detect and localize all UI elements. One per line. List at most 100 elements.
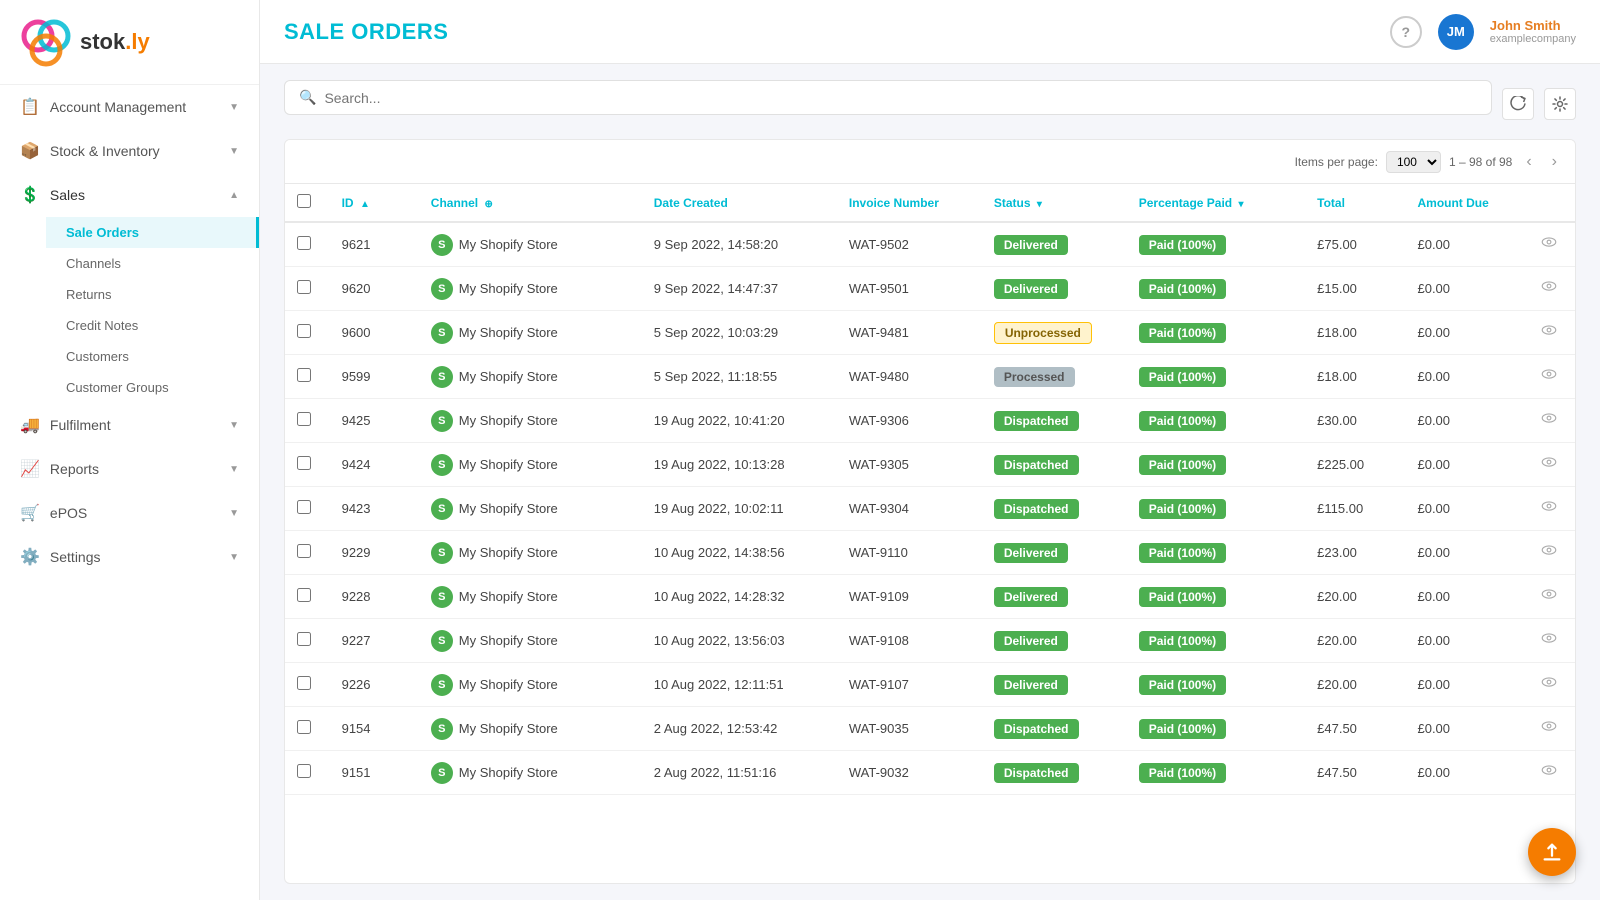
row-checkbox[interactable] [297,456,311,470]
row-date: 10 Aug 2022, 13:56:03 [642,619,837,663]
channel-icon: S [431,762,453,784]
sidebar-item-sale-orders[interactable]: Sale Orders [46,217,259,248]
pct-paid-badge: Paid (100%) [1139,719,1226,739]
pct-paid-badge: Paid (100%) [1139,367,1226,387]
row-view-action[interactable] [1528,443,1575,487]
col-header-channel[interactable]: Channel ⊕ [419,184,642,222]
col-header-action [1528,184,1575,222]
row-total: £18.00 [1305,311,1405,355]
row-view-action[interactable] [1528,575,1575,619]
select-all-checkbox[interactable] [297,194,311,208]
col-amount-due-label: Amount Due [1417,196,1488,210]
refresh-button[interactable] [1502,88,1534,120]
sort-id-icon: ▲ [360,199,370,210]
row-date: 9 Sep 2022, 14:58:20 [642,222,837,267]
row-view-action[interactable] [1528,311,1575,355]
channel-icon: S [431,542,453,564]
row-checkbox[interactable] [297,764,311,778]
sidebar-item-channels[interactable]: Channels [46,248,259,279]
sidebar-item-credit-notes[interactable]: Credit Notes [46,310,259,341]
row-checkbox[interactable] [297,500,311,514]
row-amount-due: £0.00 [1405,531,1528,575]
row-view-action[interactable] [1528,222,1575,267]
row-view-action[interactable] [1528,399,1575,443]
table-row: 9226 S My Shopify Store 10 Aug 2022, 12:… [285,663,1575,707]
row-channel: S My Shopify Store [419,751,642,795]
row-status: Dispatched [982,399,1127,443]
sidebar-item-fulfilment[interactable]: 🚚 Fulfilment ▼ [0,403,259,447]
row-checkbox[interactable] [297,632,311,646]
row-checkbox-cell [285,619,330,663]
row-id: 9424 [330,443,419,487]
col-header-amount-due[interactable]: Amount Due [1405,184,1528,222]
row-view-action[interactable] [1528,531,1575,575]
help-button[interactable]: ? [1390,16,1422,48]
row-channel: S My Shopify Store [419,311,642,355]
row-checkbox[interactable] [297,368,311,382]
sidebar-item-customer-groups[interactable]: Customer Groups [46,372,259,403]
row-channel: S My Shopify Store [419,355,642,399]
chevron-down-icon: ▼ [229,420,239,431]
col-header-pct-paid[interactable]: Percentage Paid ▾ [1127,184,1305,222]
row-pct-paid: Paid (100%) [1127,355,1305,399]
row-checkbox[interactable] [297,236,311,250]
settings-button[interactable] [1544,88,1576,120]
row-invoice: WAT-9035 [837,707,982,751]
sidebar-item-settings[interactable]: ⚙️ Settings ▼ [0,535,259,579]
row-checkbox[interactable] [297,544,311,558]
header: SALE ORDERS ? JM John Smith examplecompa… [260,0,1600,64]
row-checkbox[interactable] [297,588,311,602]
table-row: 9621 S My Shopify Store 9 Sep 2022, 14:5… [285,222,1575,267]
row-view-action[interactable] [1528,663,1575,707]
row-checkbox[interactable] [297,280,311,294]
channel-icon: S [431,586,453,608]
eye-icon [1540,673,1558,691]
sidebar-item-customers[interactable]: Customers [46,341,259,372]
row-amount-due: £0.00 [1405,222,1528,267]
row-view-action[interactable] [1528,707,1575,751]
row-view-action[interactable] [1528,267,1575,311]
row-checkbox[interactable] [297,720,311,734]
row-view-action[interactable] [1528,355,1575,399]
status-badge: Dispatched [994,499,1079,519]
row-view-action[interactable] [1528,619,1575,663]
table-top-bar: Items per page: 100 50 25 1 – 98 of 98 ‹… [285,140,1575,184]
row-total: £18.00 [1305,355,1405,399]
sidebar-item-sales[interactable]: 💲 Sales ▲ [0,173,259,217]
prev-page-button[interactable]: ‹ [1520,151,1537,173]
col-header-status[interactable]: Status ▾ [982,184,1127,222]
items-per-page-select[interactable]: 100 50 25 [1386,151,1441,173]
col-header-invoice[interactable]: Invoice Number [837,184,982,222]
row-total: £47.50 [1305,751,1405,795]
col-header-id[interactable]: ID ▲ [330,184,419,222]
eye-icon [1540,453,1558,471]
sidebar-item-stock-inventory[interactable]: 📦 Stock & Inventory ▼ [0,129,259,173]
table-row: 9228 S My Shopify Store 10 Aug 2022, 14:… [285,575,1575,619]
row-date: 19 Aug 2022, 10:41:20 [642,399,837,443]
sidebar-item-reports[interactable]: 📈 Reports ▼ [0,447,259,491]
eye-icon [1540,541,1558,559]
table-row: 9424 S My Shopify Store 19 Aug 2022, 10:… [285,443,1575,487]
sales-submenu: Sale Orders Channels Returns Credit Note… [0,217,259,403]
sidebar-item-returns[interactable]: Returns [46,279,259,310]
row-checkbox[interactable] [297,412,311,426]
status-badge: Delivered [994,587,1068,607]
row-checkbox[interactable] [297,324,311,338]
row-date: 5 Sep 2022, 10:03:29 [642,311,837,355]
row-checkbox[interactable] [297,676,311,690]
col-header-total[interactable]: Total [1305,184,1405,222]
sidebar-item-epos[interactable]: 🛒 ePOS ▼ [0,491,259,535]
row-view-action[interactable] [1528,487,1575,531]
row-channel-name: My Shopify Store [459,413,558,428]
search-input[interactable] [324,90,1477,106]
row-channel-name: My Shopify Store [459,721,558,736]
next-page-button[interactable]: › [1546,151,1563,173]
status-badge: Delivered [994,235,1068,255]
sidebar-item-account-management[interactable]: 📋 Account Management ▼ [0,85,259,129]
upload-fab[interactable] [1528,828,1576,876]
row-view-action[interactable] [1528,751,1575,795]
filter-status-icon: ▾ [1037,199,1042,210]
status-badge: Delivered [994,279,1068,299]
reports-icon: 📈 [20,459,40,479]
col-header-date[interactable]: Date Created [642,184,837,222]
